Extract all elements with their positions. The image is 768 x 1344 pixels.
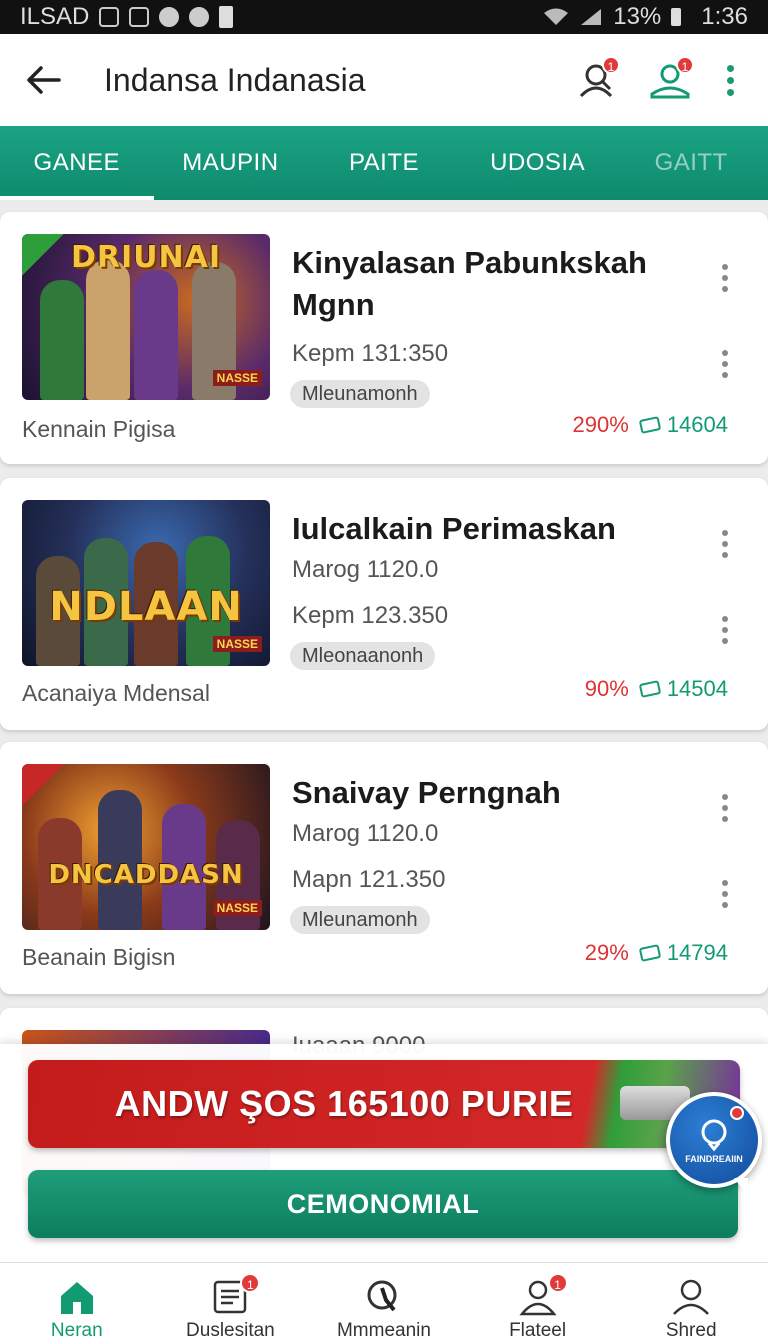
back-arrow-icon xyxy=(27,66,61,94)
nav-label: Duslesitan xyxy=(186,1320,275,1341)
lock-icon xyxy=(219,6,234,28)
game-thumbnail: DNCADDASN NASSE xyxy=(22,764,270,930)
profile-icon xyxy=(673,1279,710,1315)
tab-maupin[interactable]: MAUPIN xyxy=(154,126,308,200)
card-title: Iulcalkain Perimaskan xyxy=(292,511,616,546)
nav-item-search[interactable]: Mmmeanin xyxy=(307,1263,461,1344)
promo-banner[interactable]: ANDW ŞOS 165100 PURIE xyxy=(28,1060,740,1148)
more-vertical-icon[interactable] xyxy=(722,616,728,644)
back-button[interactable] xyxy=(0,34,86,126)
promo-overlay: ANDW ŞOS 165100 PURIE CEMONOMIAL xyxy=(0,1044,768,1262)
nav-item-home[interactable]: Neran xyxy=(0,1263,154,1344)
game-icon xyxy=(189,7,210,27)
thumbnail-tag: NASSE xyxy=(212,370,262,386)
card-stats: 29% 14794 xyxy=(585,940,728,966)
notification-badge: 1 xyxy=(602,56,620,74)
chat-fab-button[interactable]: FAINDREAIIN xyxy=(666,1092,762,1196)
more-vertical-icon[interactable] xyxy=(722,530,728,558)
thumbnail-tag: NASSE xyxy=(212,900,262,916)
count-value: 14794 xyxy=(666,940,728,965)
wifi-icon xyxy=(544,8,569,25)
more-vertical-icon[interactable] xyxy=(722,880,728,908)
game-card[interactable]: NDLAAN NASSE Iulcalkain Perimaskan Marog… xyxy=(0,478,768,730)
card-stats: 90% 14504 xyxy=(585,676,728,702)
more-vertical-icon xyxy=(720,64,740,96)
nav-label: Neran xyxy=(50,1320,103,1341)
more-vertical-icon[interactable] xyxy=(722,794,728,822)
game-thumbnail: NDLAAN NASSE xyxy=(22,500,270,666)
tab-ganee[interactable]: GANEE xyxy=(0,126,154,200)
count-value: 14604 xyxy=(666,412,728,437)
battery-icon xyxy=(671,8,682,26)
game-card[interactable]: DRIUNAI NASSE Kinyalasan Pabunkskah Mgnn… xyxy=(0,212,768,464)
card-meta: Marog 1120.0 xyxy=(292,820,439,847)
bubble-tail xyxy=(734,1178,748,1196)
nav-label: Flateel xyxy=(509,1320,567,1341)
more-vertical-icon[interactable] xyxy=(722,264,728,292)
promo-text: ANDW ŞOS 165100 PURIE xyxy=(114,1083,574,1124)
tab-udosia[interactable]: UDOSIA xyxy=(461,126,615,200)
fab-badge xyxy=(730,1106,744,1120)
page-title: Indansa Indanasia xyxy=(104,61,366,98)
app-icon xyxy=(159,7,180,27)
more-vertical-icon[interactable] xyxy=(722,350,728,378)
percent-value: 90% xyxy=(584,676,629,701)
nav-item-people[interactable]: 1 Flateel xyxy=(461,1263,615,1344)
user-hat-button[interactable]: 1 xyxy=(644,54,696,106)
thumbnail-logo: NDLAAN xyxy=(49,584,243,630)
card-meta: Kepm 131:350 xyxy=(292,340,449,367)
user-search-button[interactable]: 1 xyxy=(570,54,622,106)
app-bar: Indansa Indanasia 1 1 xyxy=(0,34,768,126)
fab-label: FAINDREAIIN xyxy=(685,1154,743,1164)
notification-icon xyxy=(99,7,120,27)
signal-icon xyxy=(581,9,602,25)
nav-badge: 1 xyxy=(547,1273,568,1293)
bottom-nav: Neran 1 Duslesitan Mmmeanin 1 Flateel Sh… xyxy=(0,1262,768,1344)
notification-badge: 1 xyxy=(676,56,694,74)
ticket-icon xyxy=(639,416,661,434)
percent-value: 290% xyxy=(572,412,629,437)
cta-button[interactable]: CEMONOMIAL xyxy=(28,1170,738,1238)
search-icon xyxy=(367,1280,397,1312)
message-icon xyxy=(129,7,150,27)
nav-badge: 1 xyxy=(240,1273,261,1293)
ticket-icon xyxy=(639,944,661,962)
card-subtitle: Beanain Bigisn xyxy=(22,944,176,970)
card-meta: Mapn 121.350 xyxy=(292,866,446,893)
card-chip: Mleunamonh xyxy=(290,906,430,934)
tab-paite[interactable]: PAITE xyxy=(307,126,461,200)
battery-percent: 13% xyxy=(613,3,662,30)
nav-label: Mmmeanin xyxy=(336,1320,431,1341)
card-meta: Kepm 123.350 xyxy=(292,602,449,629)
card-chip: Mleunamonh xyxy=(290,380,430,408)
thumbnail-ribbon xyxy=(22,234,64,276)
card-title: Kinyalasan Pabunkskah Mgnn xyxy=(292,245,647,322)
thumbnail-ribbon xyxy=(22,764,64,806)
percent-value: 29% xyxy=(584,940,629,965)
thumbnail-logo: DNCADDASN xyxy=(48,860,244,890)
more-options-button[interactable] xyxy=(718,54,742,106)
card-subtitle: Acanaiya Mdensal xyxy=(22,680,210,706)
carrier-label: ILSAD xyxy=(20,3,90,30)
game-thumbnail: DRIUNAI NASSE xyxy=(22,234,270,400)
nav-label: Shred xyxy=(665,1320,717,1341)
clock: 1:36 xyxy=(701,3,748,30)
card-title: Snaivay Perngnah xyxy=(292,775,561,810)
status-bar: ILSAD 13% 1:36 xyxy=(0,0,768,34)
tab-bar: GANEE MAUPIN PAITE UDOSIA GAITT xyxy=(0,126,768,200)
thumbnail-tag: NASSE xyxy=(212,636,262,652)
card-chip: Mleonaanonh xyxy=(290,642,436,670)
card-stats: 290% 14604 xyxy=(573,412,728,438)
card-subtitle: Kennain Pigisa xyxy=(22,416,176,442)
card-meta: Marog 1120.0 xyxy=(292,556,439,583)
game-card[interactable]: DNCADDASN NASSE Snaivay Perngnah Marog 1… xyxy=(0,742,768,994)
home-icon xyxy=(60,1282,93,1314)
ticket-icon xyxy=(639,680,661,698)
count-value: 14504 xyxy=(666,676,728,701)
support-icon xyxy=(701,1119,727,1152)
nav-item-documents[interactable]: 1 Duslesitan xyxy=(154,1263,308,1344)
tab-gaitt[interactable]: GAITT xyxy=(614,126,768,200)
nav-item-profile[interactable]: Shred xyxy=(614,1263,768,1344)
